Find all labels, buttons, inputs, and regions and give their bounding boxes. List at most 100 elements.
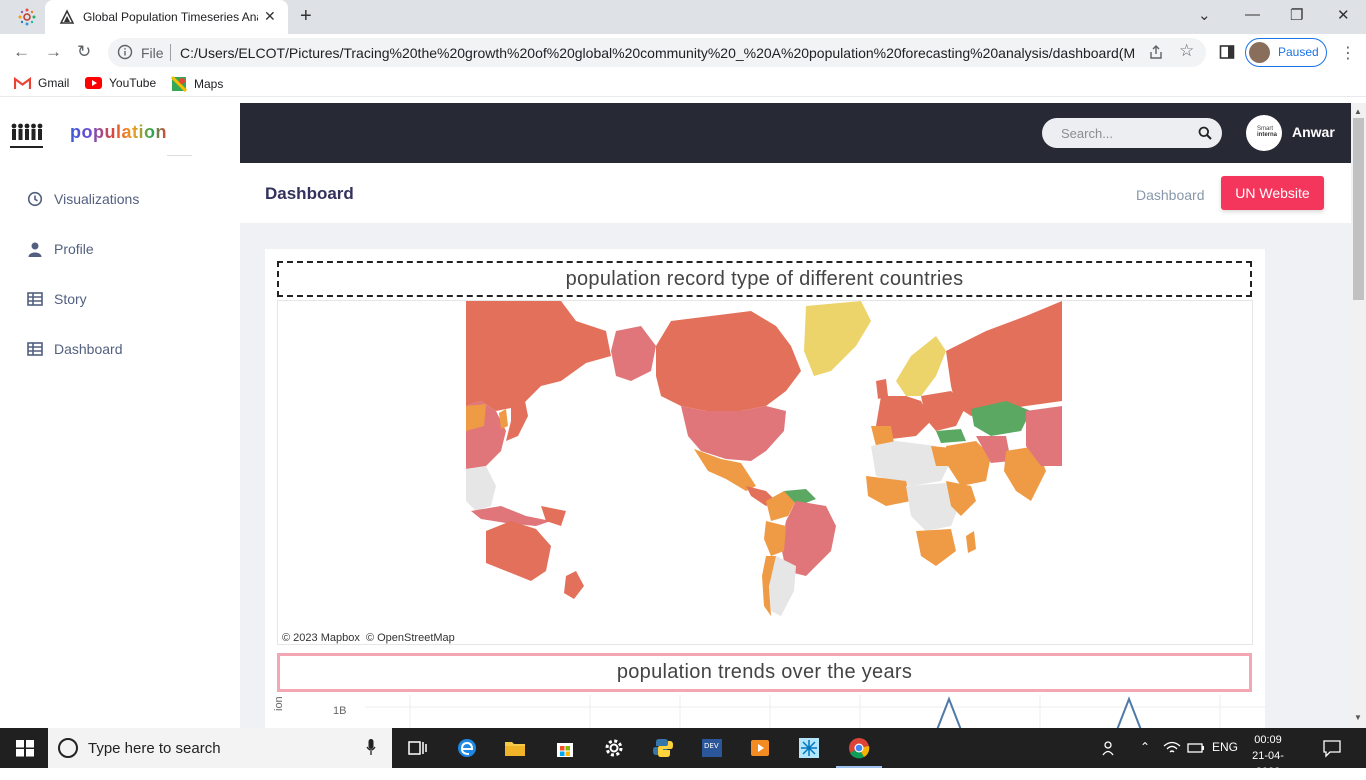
osm-credit: © OpenStreetMap bbox=[365, 632, 455, 644]
windows-taskbar: Type here to search DEV ⌃ ENG 00:09 21-0… bbox=[0, 728, 1366, 778]
map-region-russia bbox=[946, 301, 1062, 416]
notification-icon[interactable] bbox=[1322, 738, 1342, 758]
sidebar-item-visualizations[interactable]: Visualizations bbox=[27, 191, 139, 207]
side-panel-icon[interactable] bbox=[1219, 44, 1235, 60]
settings-gear-icon[interactable] bbox=[602, 736, 626, 760]
map-region-nz bbox=[564, 571, 584, 599]
task-view-icon[interactable] bbox=[405, 736, 429, 760]
map-region-southern-africa bbox=[916, 529, 956, 566]
sidebar-item-label: Dashboard bbox=[54, 341, 123, 357]
trend-series-line bbox=[1116, 696, 1142, 728]
sidebar-item-label: Profile bbox=[54, 241, 94, 257]
table-icon bbox=[27, 292, 43, 306]
site-info-icon[interactable] bbox=[117, 44, 133, 60]
choropleth-map[interactable] bbox=[466, 301, 1062, 623]
bookmark-maps[interactable]: Maps bbox=[171, 76, 223, 92]
map-region-scandinavia bbox=[896, 336, 946, 396]
reload-icon[interactable]: ↻ bbox=[77, 42, 91, 62]
chrome-icon[interactable] bbox=[847, 736, 871, 760]
people-logo-icon bbox=[10, 123, 43, 148]
system-clock[interactable]: 00:09 21-04-2023 bbox=[1248, 732, 1288, 780]
sidebar-item-dashboard[interactable]: Dashboard bbox=[27, 341, 123, 357]
file-explorer-icon[interactable] bbox=[503, 736, 527, 760]
tab-close-icon[interactable]: ✕ bbox=[264, 8, 276, 25]
media-player-icon[interactable] bbox=[748, 736, 772, 760]
map-region-madagascar bbox=[966, 531, 976, 553]
map-region-turkey bbox=[936, 429, 966, 443]
world-map[interactable]: © 2023 Mapbox © OpenStreetMap bbox=[277, 300, 1253, 645]
bookmark-maps-label: Maps bbox=[194, 77, 224, 91]
minimize-icon[interactable]: — bbox=[1245, 6, 1260, 23]
youtube-icon bbox=[85, 77, 102, 89]
breadcrumb[interactable]: Dashboard bbox=[1136, 187, 1205, 203]
scrollbar-thumb[interactable] bbox=[1353, 118, 1364, 300]
sidebar-item-label: Story bbox=[54, 291, 87, 307]
tab-favicon-icon bbox=[59, 9, 75, 24]
forward-icon[interactable]: → bbox=[45, 42, 62, 62]
people-icon[interactable] bbox=[1100, 738, 1120, 758]
share-icon[interactable] bbox=[1148, 44, 1164, 60]
page-scrollbar[interactable]: ▲ ▼ bbox=[1351, 103, 1366, 728]
profile-button[interactable]: Paused bbox=[1245, 38, 1327, 67]
page-title: Dashboard bbox=[265, 184, 354, 203]
tableau-dashboard-card: population record type of different coun… bbox=[265, 249, 1265, 728]
search-input[interactable]: Search... bbox=[1042, 118, 1222, 148]
bookmark-star-icon[interactable]: ☆ bbox=[1179, 41, 1194, 61]
bookmark-gmail[interactable]: Gmail bbox=[14, 76, 69, 90]
search-icon[interactable] bbox=[1198, 126, 1212, 140]
sidebar-item-story[interactable]: Story bbox=[27, 291, 87, 307]
browser-tab-active[interactable]: Global Population Timeseries Ana ✕ bbox=[45, 0, 288, 34]
sidebar-item-profile[interactable]: Profile bbox=[27, 241, 94, 257]
brand-logo-text[interactable]: population bbox=[70, 122, 167, 143]
bookmark-youtube[interactable]: YouTube bbox=[85, 76, 156, 90]
trend-line-chart bbox=[365, 695, 1265, 728]
gmail-icon bbox=[14, 76, 31, 89]
map-region-uk bbox=[876, 379, 888, 399]
edge-icon[interactable] bbox=[455, 736, 479, 760]
trend-title: population trends over the years bbox=[277, 653, 1252, 692]
clock-icon bbox=[27, 191, 43, 207]
app-launcher-icon[interactable] bbox=[18, 8, 36, 26]
battery-icon[interactable] bbox=[1187, 740, 1205, 756]
tab-search-chevron-icon[interactable]: ⌄ bbox=[1198, 6, 1211, 24]
main-content: Search... Smart interna Anwar Dashboard … bbox=[240, 103, 1351, 728]
scroll-down-icon[interactable]: ▼ bbox=[1354, 713, 1362, 722]
svg-text:DEV: DEV bbox=[704, 742, 719, 750]
back-icon[interactable]: ← bbox=[13, 42, 30, 62]
trend-y-tick: 1B bbox=[333, 705, 347, 717]
microphone-icon[interactable] bbox=[366, 739, 376, 755]
windows-start-icon[interactable] bbox=[13, 736, 37, 760]
search-placeholder: Search... bbox=[1061, 126, 1114, 141]
top-navbar: Search... Smart interna Anwar bbox=[240, 103, 1351, 163]
sidebar-item-label: Visualizations bbox=[54, 191, 140, 207]
microsoft-store-icon[interactable] bbox=[553, 736, 577, 760]
address-bar[interactable]: File C:/Users/ELCOT/Pictures/Tracing%20t… bbox=[108, 38, 1206, 67]
python-icon[interactable] bbox=[651, 736, 675, 760]
taskbar-search-input[interactable]: Type here to search bbox=[48, 728, 392, 768]
map-region-se-asia bbox=[466, 466, 496, 511]
language-indicator[interactable]: ENG bbox=[1212, 740, 1238, 754]
taskbar-search-placeholder: Type here to search bbox=[88, 740, 221, 757]
trend-y-axis-label: ion bbox=[273, 696, 285, 711]
bookmarks-bar: Gmail YouTube Maps bbox=[0, 71, 1366, 97]
restore-icon[interactable]: ❐ bbox=[1290, 6, 1303, 24]
map-region-greenland bbox=[804, 301, 871, 376]
url-text[interactable]: C:/Users/ELCOT/Pictures/Tracing%20the%20… bbox=[180, 45, 1135, 61]
window-close-icon[interactable]: ✕ bbox=[1337, 6, 1350, 24]
dev-app-icon[interactable]: DEV bbox=[700, 736, 724, 760]
user-name[interactable]: Anwar bbox=[1292, 124, 1335, 140]
tray-chevron-icon[interactable]: ⌃ bbox=[1140, 740, 1150, 754]
bookmark-youtube-label: YouTube bbox=[109, 76, 157, 90]
wifi-icon[interactable] bbox=[1163, 740, 1181, 756]
user-avatar[interactable]: Smart interna bbox=[1246, 115, 1282, 151]
profile-status: Paused bbox=[1278, 45, 1319, 59]
snowflake-app-icon[interactable] bbox=[797, 736, 821, 760]
scroll-up-icon[interactable]: ▲ bbox=[1354, 107, 1362, 116]
map-attribution[interactable]: © 2023 Mapbox © OpenStreetMap bbox=[282, 632, 455, 644]
profile-avatar bbox=[1249, 42, 1270, 63]
un-website-button[interactable]: UN Website bbox=[1221, 176, 1324, 210]
browser-menu-icon[interactable]: ⋮ bbox=[1340, 43, 1356, 63]
table-icon bbox=[27, 342, 43, 356]
new-tab-icon[interactable]: + bbox=[300, 5, 312, 28]
avatar-text-bottom: interna bbox=[1257, 132, 1278, 138]
